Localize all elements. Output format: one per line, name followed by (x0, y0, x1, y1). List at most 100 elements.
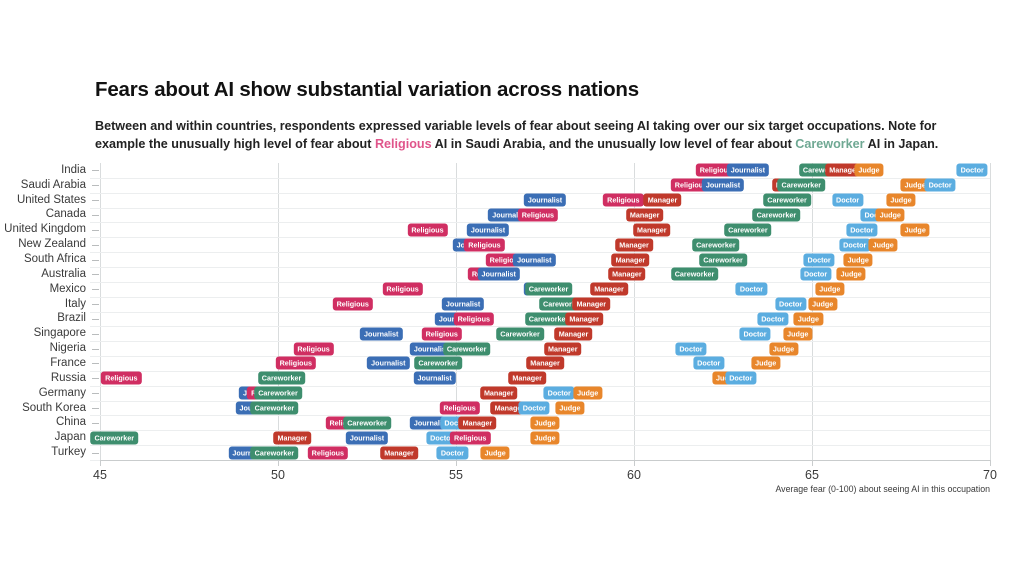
data-point-label[interactable]: Religious (464, 238, 505, 252)
data-point-label[interactable]: Manager (554, 327, 593, 341)
data-point-label[interactable]: Careworker (763, 193, 811, 207)
data-point-label[interactable]: Careworker (777, 178, 826, 192)
data-point-label[interactable]: Journalist (466, 223, 510, 237)
data-point-label[interactable]: Manager (508, 371, 546, 385)
data-point-label[interactable]: Manager (526, 356, 564, 370)
data-point-label[interactable]: Doctor (693, 356, 725, 370)
data-point-label[interactable]: Judge (843, 253, 873, 267)
data-point-label[interactable]: Journalist (513, 253, 556, 267)
data-point-label[interactable]: Manager (565, 312, 603, 326)
data-point-label[interactable]: Doctor (518, 401, 550, 415)
data-point-label[interactable]: Judge (530, 431, 560, 445)
data-point-label[interactable]: Judge (555, 401, 585, 415)
data-point-label[interactable]: Journalist (523, 193, 567, 207)
letterbox-bottom (0, 510, 1024, 576)
data-point-label[interactable]: Religious (453, 312, 494, 326)
data-point-label[interactable]: Religious (603, 193, 644, 207)
data-point-label[interactable]: Manager (633, 223, 671, 237)
y-axis-label-turkey: Turkey (51, 446, 86, 459)
data-point-label[interactable]: Careworker (414, 356, 462, 370)
data-point-label[interactable]: Careworker (90, 431, 139, 445)
data-point-label[interactable]: Doctor (832, 193, 864, 207)
data-point-label[interactable]: Judge (836, 267, 866, 281)
data-point-label[interactable]: Judge (793, 312, 824, 326)
data-point-label[interactable]: Journalist (701, 178, 745, 192)
data-point-label[interactable]: Careworker (250, 446, 299, 460)
data-point-label[interactable]: Judge (868, 238, 898, 252)
data-point-label[interactable]: Manager (572, 297, 611, 311)
data-point-label[interactable]: Judge (783, 327, 813, 341)
data-point-label[interactable]: Careworker (724, 223, 772, 237)
data-point-label[interactable]: Doctor (839, 238, 871, 252)
y-axis-tick (92, 363, 99, 365)
data-point-label[interactable]: Careworker (496, 327, 544, 341)
data-point-label[interactable]: Manager (273, 431, 312, 445)
data-point-label[interactable]: Doctor (846, 223, 878, 237)
data-point-label[interactable]: Judge (854, 163, 884, 177)
data-point-label[interactable]: Religious (307, 446, 349, 460)
data-point-label[interactable]: Judge (768, 342, 799, 356)
data-point-label[interactable]: Judge (751, 356, 781, 370)
data-point-label[interactable]: Judge (573, 386, 603, 400)
data-point-label[interactable]: Careworker (699, 253, 747, 267)
data-point-label[interactable]: Doctor (739, 327, 771, 341)
data-point-label[interactable]: Judge (875, 208, 905, 222)
data-point-label[interactable]: Judge (480, 446, 510, 460)
data-point-label[interactable]: Careworker (343, 416, 391, 430)
data-point-label[interactable]: Journalist (441, 297, 485, 311)
data-point-label[interactable]: Religious (450, 431, 491, 445)
data-point-label[interactable]: Judge (530, 416, 560, 430)
data-point-label[interactable]: Manager (615, 238, 653, 252)
data-point-label[interactable]: Doctor (803, 253, 835, 267)
data-point-label[interactable]: Judge (815, 282, 845, 296)
y-axis-tick (92, 408, 99, 410)
data-point-label[interactable]: Manager (608, 267, 646, 281)
data-point-label[interactable]: Religious (293, 342, 334, 356)
data-point-label[interactable]: Careworker (254, 386, 302, 400)
data-point-label[interactable]: Doctor (543, 386, 575, 400)
data-point-label[interactable]: Careworker (250, 401, 299, 415)
data-point-label[interactable]: Doctor (725, 371, 757, 385)
data-point-label[interactable]: Doctor (924, 178, 956, 192)
data-point-label[interactable]: Religious (332, 297, 373, 311)
data-point-label[interactable]: Careworker (524, 282, 573, 296)
data-point-label[interactable]: Doctor (799, 267, 832, 281)
data-point-label[interactable]: Doctor (675, 342, 707, 356)
data-point-label[interactable]: Judge (886, 193, 916, 207)
data-point-label[interactable]: Judge (808, 297, 838, 311)
data-point-label[interactable]: Manager (458, 416, 497, 430)
data-point-label[interactable]: Careworker (670, 267, 719, 281)
data-point-label[interactable]: Religious (421, 327, 462, 341)
data-point-label[interactable]: Manager (380, 446, 418, 460)
data-point-label[interactable]: Doctor (436, 446, 469, 460)
data-point-label[interactable]: Journalist (360, 327, 403, 341)
data-point-label[interactable]: Doctor (757, 312, 789, 326)
data-point-label[interactable]: Careworker (692, 238, 740, 252)
data-point-label[interactable]: Religious (382, 282, 423, 296)
data-point-label[interactable]: Journalist (726, 163, 770, 177)
data-point-label[interactable]: Doctor (775, 297, 807, 311)
data-point-label[interactable]: Careworker (752, 208, 801, 222)
data-point-label[interactable]: Manager (590, 282, 628, 296)
x-axis-tick-label: 55 (449, 468, 463, 482)
data-point-label[interactable]: Religious (101, 371, 142, 385)
y-axis-label-japan: Japan (54, 431, 86, 444)
data-point-label[interactable]: Religious (407, 223, 448, 237)
data-point-label[interactable]: Doctor (956, 163, 988, 177)
data-point-label[interactable]: Journalist (413, 371, 456, 385)
data-point-label[interactable]: Journalist (345, 431, 389, 445)
data-point-label[interactable]: Manager (611, 253, 650, 267)
data-point-label[interactable]: Religious (439, 401, 480, 415)
data-point-label[interactable]: Manager (643, 193, 682, 207)
data-point-label[interactable]: Manager (479, 386, 518, 400)
data-point-label[interactable]: Manager (544, 342, 582, 356)
data-point-label[interactable]: Manager (625, 208, 664, 222)
data-point-label[interactable]: Religious (275, 356, 316, 370)
data-point-label[interactable]: Journalist (477, 267, 520, 281)
data-point-label[interactable]: Careworker (442, 342, 491, 356)
data-point-label[interactable]: Journalist (367, 356, 410, 370)
data-point-label[interactable]: Judge (900, 223, 930, 237)
data-point-label[interactable]: Careworker (257, 371, 306, 385)
data-point-label[interactable]: Doctor (735, 282, 768, 296)
data-point-label[interactable]: Religious (517, 208, 559, 222)
